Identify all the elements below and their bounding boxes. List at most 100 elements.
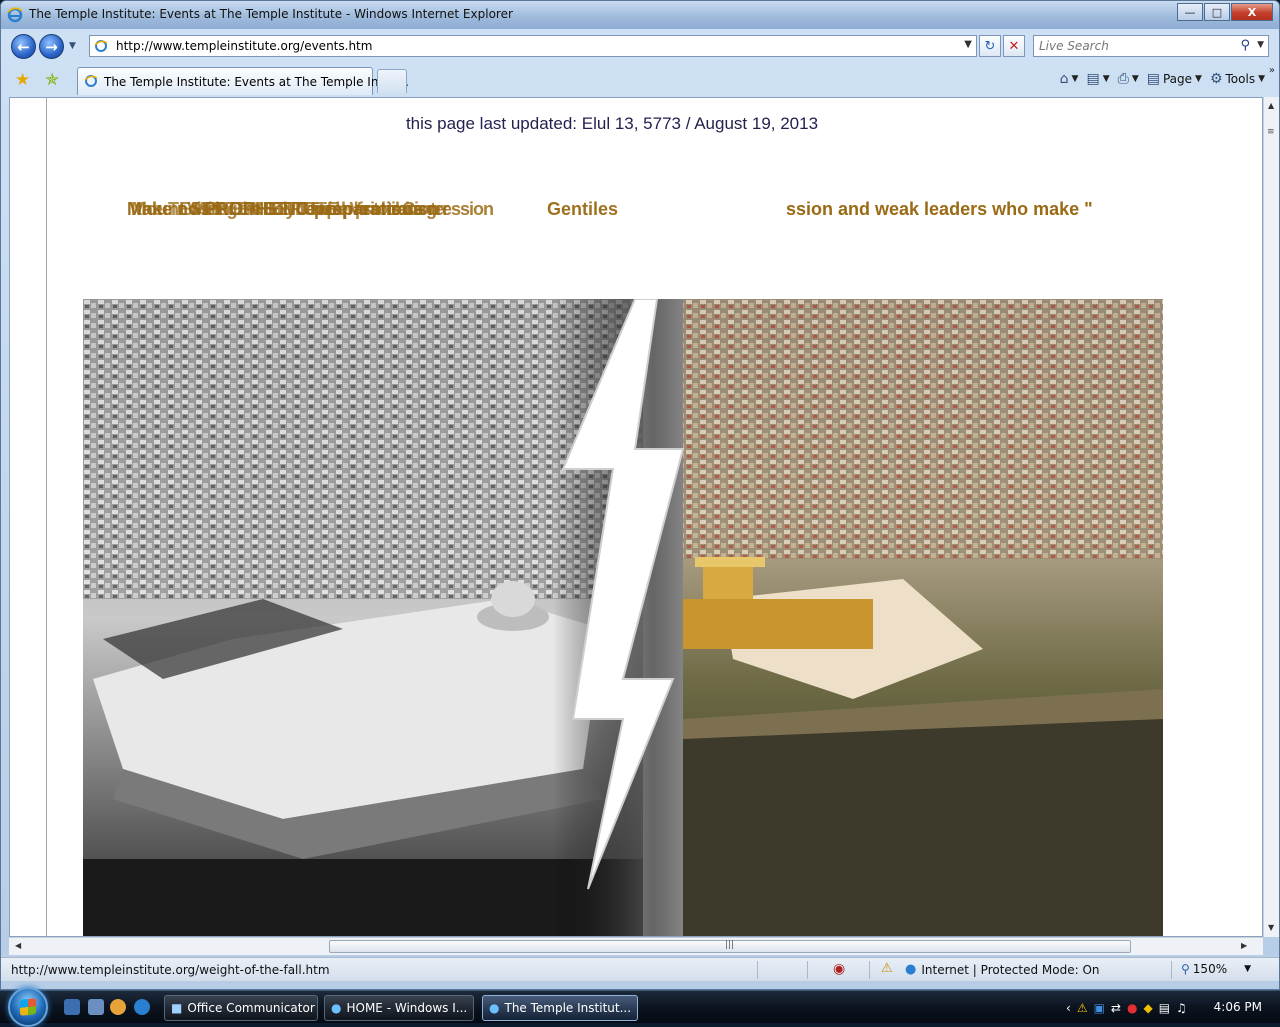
address-bar[interactable]: http://www.templeinstitute.org/events.ht… — [89, 35, 977, 57]
horizontal-scrollbar[interactable]: ◀ ||| ▶ — [9, 937, 1263, 955]
page-icon — [94, 39, 108, 56]
windows-logo-icon — [20, 998, 36, 1016]
taskbar: ■ Office Communicator ● HOME - Windows I… — [0, 987, 1280, 1027]
gear-icon: ⚙ — [1209, 71, 1223, 87]
scroll-grip-icon[interactable]: ≡ — [1267, 127, 1278, 137]
page-menu-icon: ▤ — [1146, 71, 1160, 87]
forward-arrow-icon: → — [45, 37, 58, 56]
close-button[interactable]: X — [1231, 3, 1273, 21]
security-icon[interactable]: ● — [1127, 1001, 1137, 1015]
scroll-left-icon[interactable]: ◀ — [15, 941, 21, 950]
warning-icon[interactable]: ⚠ — [1077, 1001, 1088, 1015]
zoom-level: 150% — [1192, 962, 1228, 976]
security-zone[interactable]: ● Internet | Protected Mode: On — [905, 962, 1100, 977]
status-link-text: http://www.templeinstitute.org/weight-of… — [11, 963, 330, 977]
tools-menu[interactable]: ⚙ Tools ▼ — [1210, 71, 1265, 87]
minimize-icon: — — [1184, 5, 1196, 19]
temple-mount-banner-image[interactable] — [83, 299, 1163, 936]
search-input[interactable] — [1034, 36, 1224, 56]
favorites-star-icon[interactable]: ★ — [15, 70, 30, 90]
rss-icon: ▤ — [1086, 71, 1100, 87]
ie-quicklaunch-icon[interactable] — [134, 999, 150, 1015]
print-button[interactable]: ⎙ ▼ — [1118, 71, 1139, 87]
forward-button[interactable]: → — [39, 34, 64, 59]
ie-icon: ● — [331, 1001, 342, 1015]
page-column: this page last updated: Elul 13, 5773 / … — [46, 98, 1262, 936]
command-bar: ⌂ ▼ ▤ ▼ ⎙ ▼ ▤ Page ▼ ⚙ Tools ▼ — [1060, 71, 1265, 87]
zoom-control[interactable]: ⚲ 150% ▼ — [1181, 962, 1251, 976]
ticker-layer: transgression — [387, 199, 494, 219]
back-arrow-icon: ← — [17, 37, 30, 56]
back-button[interactable]: ← — [11, 34, 36, 59]
chevron-more-icon[interactable]: » — [1269, 65, 1275, 76]
ie-icon: ● — [489, 1001, 500, 1015]
title-bar: The Temple Institute: Events at The Temp… — [1, 1, 1279, 29]
close-icon: X — [1247, 5, 1257, 19]
browser-window: The Temple Institute: Events at The Temp… — [0, 0, 1280, 990]
ticker-layer: Gentiles — [547, 199, 619, 219]
minimize-button[interactable]: — — [1177, 3, 1203, 21]
banner-graphic — [83, 299, 1163, 936]
new-tab-button[interactable] — [377, 69, 407, 93]
ticker-visible-text: ssion and weak leaders who make " — [786, 199, 1093, 219]
connection-icon[interactable]: ▤ — [1159, 1001, 1170, 1015]
status-bar: http://www.templeinstitute.org/weight-of… — [1, 957, 1279, 981]
switch-windows-icon[interactable] — [88, 999, 104, 1015]
zoom-icon: ⚲ — [1181, 962, 1190, 976]
search-icon[interactable]: ⚲ — [1240, 38, 1250, 53]
tab-page-icon — [84, 74, 98, 91]
history-dropdown-icon[interactable]: ▼ — [69, 41, 76, 51]
popup-blocker-icon[interactable]: ◉ — [833, 961, 845, 977]
address-dropdown-icon[interactable]: ▼ — [964, 39, 972, 50]
taskbar-button-temple-institute[interactable]: ● The Temple Institut... — [482, 995, 638, 1021]
page-viewport: this page last updated: Elul 13, 5773 / … — [9, 97, 1263, 937]
tab-label: The Temple Institute: Events at The Temp… — [104, 75, 409, 89]
url-text[interactable]: http://www.templeinstitute.org/events.ht… — [116, 39, 372, 53]
network-icon[interactable]: ▣ — [1094, 1001, 1105, 1015]
globe-icon: ● — [905, 962, 917, 977]
page-menu-label: Page — [1162, 72, 1193, 86]
stop-icon: ✕ — [1008, 38, 1020, 54]
protected-mode-icon[interactable]: ⚠ — [881, 961, 893, 976]
horizontal-scroll-thumb[interactable]: ||| — [329, 940, 1131, 953]
home-icon: ⌂ — [1059, 71, 1069, 87]
taskbar-button-label: The Temple Institut... — [504, 1001, 632, 1015]
stop-button[interactable]: ✕ — [1003, 35, 1025, 57]
scroll-right-icon[interactable]: ▶ — [1241, 941, 1247, 950]
search-dropdown-icon[interactable]: ▼ — [1257, 40, 1264, 50]
scroll-up-icon[interactable]: ▲ — [1268, 101, 1274, 110]
shield-icon[interactable]: ◆ — [1143, 1001, 1152, 1015]
home-button[interactable]: ⌂ ▼ — [1060, 71, 1079, 87]
tray-expand-icon[interactable]: ‹ — [1066, 1001, 1071, 1015]
add-favorites-icon[interactable]: ✯ — [45, 70, 59, 90]
start-button[interactable] — [8, 987, 48, 1027]
maximize-icon: □ — [1211, 5, 1223, 19]
messenger-icon[interactable] — [110, 999, 126, 1015]
address-row: ← → ▼ http://www.templeinstitute.org/eve… — [1, 29, 1279, 63]
feeds-button[interactable]: ▤ ▼ — [1086, 71, 1109, 87]
scroll-down-icon[interactable]: ▼ — [1268, 923, 1274, 932]
maximize-button[interactable]: □ — [1204, 3, 1230, 21]
refresh-button[interactable]: ↻ — [979, 35, 1001, 57]
zoom-dropdown-icon[interactable]: ▼ — [1244, 964, 1251, 974]
taskbar-button-communicator[interactable]: ■ Office Communicator — [164, 995, 318, 1021]
last-updated-text: this page last updated: Elul 13, 5773 / … — [405, 114, 819, 133]
clock[interactable]: 4:06 PM — [1214, 1000, 1262, 1014]
tab-temple-institute[interactable]: The Temple Institute: Events at The Temp… — [77, 67, 409, 95]
vertical-scrollbar[interactable]: ▲ ≡ ▼ — [1263, 97, 1279, 937]
tab-row: ★ ✯ The Temple Institute: Events at The … — [1, 63, 1279, 97]
ie-logo-icon — [7, 7, 23, 26]
page-menu[interactable]: ▤ Page ▼ — [1147, 71, 1202, 87]
sync-icon[interactable]: ⇄ — [1111, 1001, 1121, 1015]
taskbar-button-home-ie[interactable]: ● HOME - Windows I... — [324, 995, 474, 1021]
show-desktop-icon[interactable] — [64, 999, 80, 1015]
printer-icon: ⎙ — [1117, 71, 1129, 87]
volume-icon[interactable]: ♫ — [1176, 1001, 1187, 1015]
taskbar-button-label: HOME - Windows I... — [346, 1001, 468, 1015]
zone-label: Internet | Protected Mode: On — [921, 962, 1100, 977]
window-title: The Temple Institute: Events at The Temp… — [29, 7, 513, 21]
communicator-icon: ■ — [171, 1001, 183, 1015]
tools-menu-label: Tools — [1225, 72, 1256, 86]
refresh-icon: ↻ — [984, 38, 996, 54]
search-box[interactable]: ⚲ ▼ — [1033, 35, 1269, 57]
